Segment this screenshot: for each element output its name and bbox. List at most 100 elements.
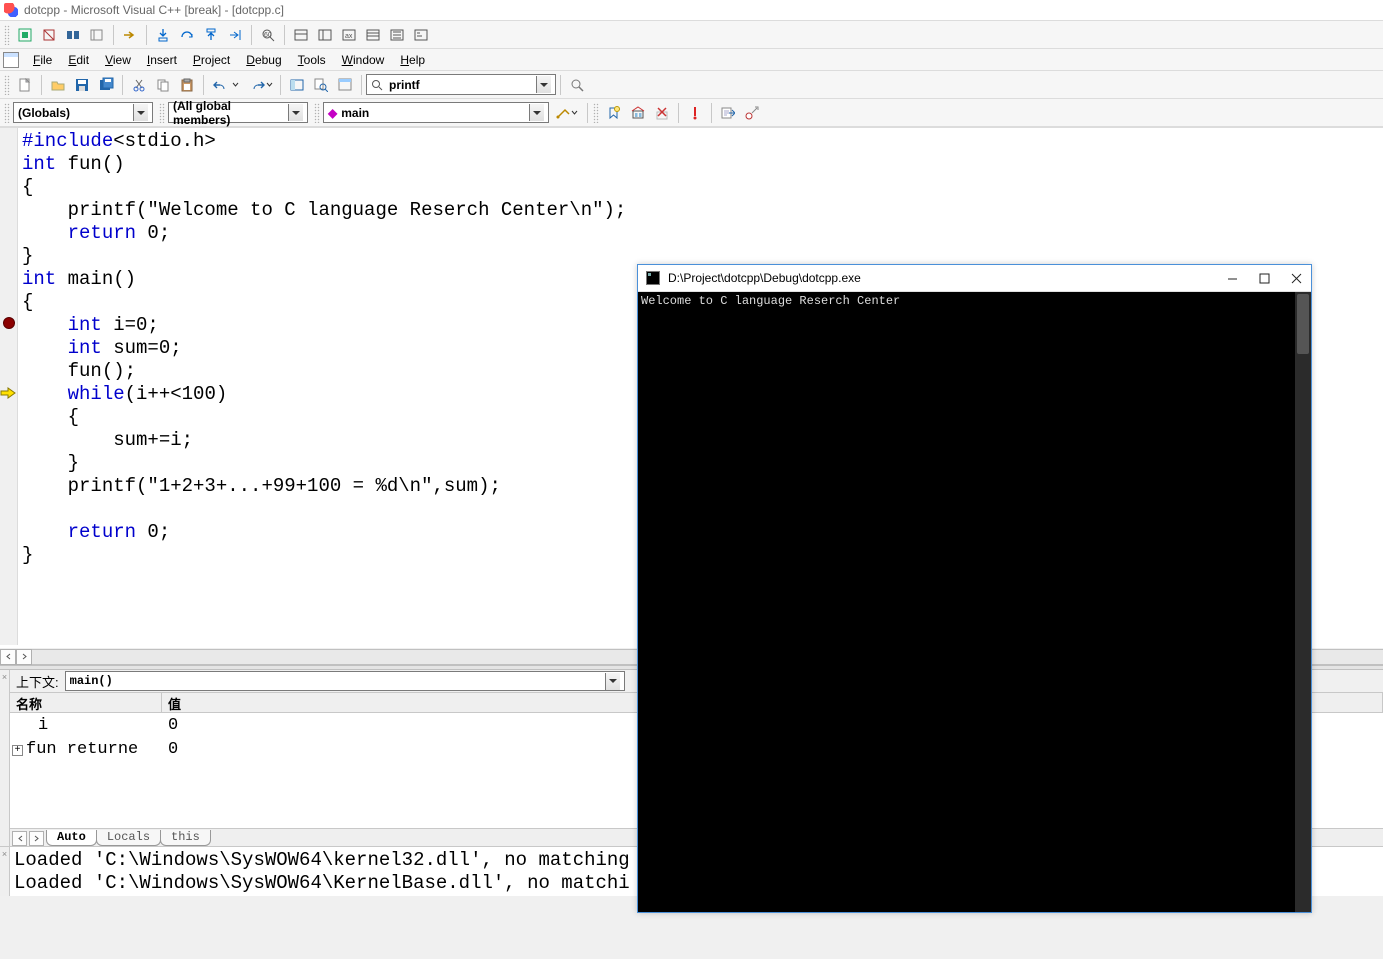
undo-button[interactable] <box>209 74 241 96</box>
context-value: main() <box>70 674 113 688</box>
scroll-left-button[interactable] <box>0 649 16 665</box>
copy-button[interactable] <box>152 74 174 96</box>
find-icon <box>371 79 383 91</box>
execute-button[interactable] <box>684 102 706 124</box>
find-combobox[interactable]: printf <box>366 74 556 95</box>
toolbar-grip[interactable] <box>593 103 599 123</box>
build-button[interactable] <box>627 102 649 124</box>
watch-window-button[interactable] <box>290 24 312 46</box>
menu-tools[interactable]: Tools <box>290 51 334 69</box>
stop-build-button[interactable] <box>651 102 673 124</box>
save-button[interactable] <box>71 74 93 96</box>
show-next-statement-button[interactable] <box>119 24 141 46</box>
callstack-window-button[interactable] <box>386 24 408 46</box>
stop-debug-button[interactable] <box>38 24 60 46</box>
svg-text:60: 60 <box>264 32 272 39</box>
console-body[interactable]: Welcome to C language Reserch Center <box>638 292 1311 912</box>
paste-button[interactable] <box>176 74 198 96</box>
disassembly-window-button[interactable] <box>410 24 432 46</box>
step-over-button[interactable] <box>176 24 198 46</box>
registers-window-button[interactable]: ax <box>338 24 360 46</box>
go-button[interactable] <box>717 102 739 124</box>
resource-button[interactable] <box>334 74 356 96</box>
redo-button[interactable] <box>243 74 275 96</box>
menu-debug[interactable]: Debug <box>238 51 289 69</box>
maximize-button[interactable] <box>1257 271 1271 285</box>
function-combo[interactable]: ◆ main <box>323 102 549 123</box>
var-value: 0 <box>162 740 178 759</box>
menu-view[interactable]: View <box>97 51 139 69</box>
members-text: (All global members) <box>173 99 288 127</box>
minimize-button[interactable] <box>1225 271 1239 285</box>
menu-help[interactable]: Help <box>392 51 433 69</box>
dock-grip-icon[interactable]: × <box>0 670 10 846</box>
context-label: 上下文: <box>10 672 65 691</box>
open-file-button[interactable] <box>47 74 69 96</box>
toolbar-grip[interactable] <box>4 25 10 45</box>
run-to-cursor-button[interactable] <box>224 24 246 46</box>
break-all-button[interactable] <box>62 24 84 46</box>
menu-window[interactable]: Window <box>334 51 393 69</box>
var-name: i <box>10 716 162 735</box>
toolbar-grip[interactable] <box>314 103 320 123</box>
menu-file[interactable]: File <box>25 51 60 69</box>
quickwatch-button[interactable]: 60 <box>257 24 279 46</box>
menu-project[interactable]: Project <box>185 51 238 69</box>
toolbar-grip[interactable] <box>4 103 10 123</box>
col-name-header[interactable]: 名称 <box>10 693 162 712</box>
editor-gutter[interactable] <box>0 128 18 645</box>
menu-bar: File Edit View Insert Project Debug Tool… <box>0 49 1383 71</box>
wizard-bar: (Globals) (All global members) ◆ main <box>0 99 1383 127</box>
toolbar-grip[interactable] <box>4 75 10 95</box>
new-file-button[interactable] <box>14 74 36 96</box>
find-in-files-button[interactable] <box>310 74 332 96</box>
close-button[interactable] <box>1289 271 1303 285</box>
menu-insert[interactable]: Insert <box>139 51 185 69</box>
wizard-action-button[interactable] <box>550 102 582 124</box>
console-vscrollbar[interactable] <box>1295 292 1311 912</box>
dropdown-icon[interactable] <box>536 76 551 93</box>
compile-button[interactable] <box>603 102 625 124</box>
dropdown-icon[interactable] <box>133 104 148 121</box>
dropdown-icon[interactable] <box>529 104 544 121</box>
save-all-button[interactable] <box>95 74 117 96</box>
cut-button[interactable] <box>128 74 150 96</box>
insert-breakpoint-button[interactable] <box>741 102 763 124</box>
variables-window-button[interactable] <box>314 24 336 46</box>
output-text[interactable]: Loaded 'C:\Windows\SysWOW64\kernel32.dll… <box>10 847 634 896</box>
context-combo[interactable]: main() <box>65 671 625 691</box>
workspace-button[interactable] <box>286 74 308 96</box>
menu-edit[interactable]: Edit <box>60 51 97 69</box>
dropdown-icon[interactable] <box>605 673 620 690</box>
memory-window-button[interactable] <box>362 24 384 46</box>
expand-icon[interactable]: + <box>12 745 23 756</box>
tab-auto[interactable]: Auto <box>46 830 97 846</box>
tabs-prev-button[interactable] <box>12 831 27 846</box>
toolbar-grip[interactable] <box>159 103 165 123</box>
restart-debug-button[interactable] <box>14 24 36 46</box>
step-out-button[interactable] <box>200 24 222 46</box>
console-icon <box>646 271 660 285</box>
tab-this[interactable]: this <box>160 830 211 846</box>
scroll-right-button[interactable] <box>16 649 32 665</box>
breakpoint-icon[interactable] <box>3 317 15 329</box>
console-title-bar[interactable]: D:\Project\dotcpp\Debug\dotcpp.exe <box>638 265 1311 292</box>
dock-grip-icon[interactable]: × <box>0 847 10 896</box>
step-into-button[interactable] <box>152 24 174 46</box>
app-icon <box>4 3 18 17</box>
class-scope-combo[interactable]: (Globals) <box>13 102 153 123</box>
title-bar: dotcpp - Microsoft Visual C++ [break] - … <box>0 0 1383 21</box>
find-button[interactable] <box>566 74 588 96</box>
tabs-next-button[interactable] <box>29 831 44 846</box>
standard-toolbar: printf <box>0 71 1383 99</box>
dropdown-icon[interactable] <box>288 104 303 121</box>
console-window[interactable]: D:\Project\dotcpp\Debug\dotcpp.exe Welco… <box>637 264 1312 913</box>
apply-changes-button[interactable] <box>86 24 108 46</box>
current-line-arrow-icon <box>0 387 16 399</box>
tab-locals[interactable]: Locals <box>96 830 161 846</box>
members-combo[interactable]: (All global members) <box>168 102 308 123</box>
mdi-document-icon[interactable] <box>3 52 19 68</box>
scope-text: (Globals) <box>18 106 70 120</box>
scroll-thumb[interactable] <box>1297 294 1309 354</box>
svg-text:ax: ax <box>345 33 353 40</box>
